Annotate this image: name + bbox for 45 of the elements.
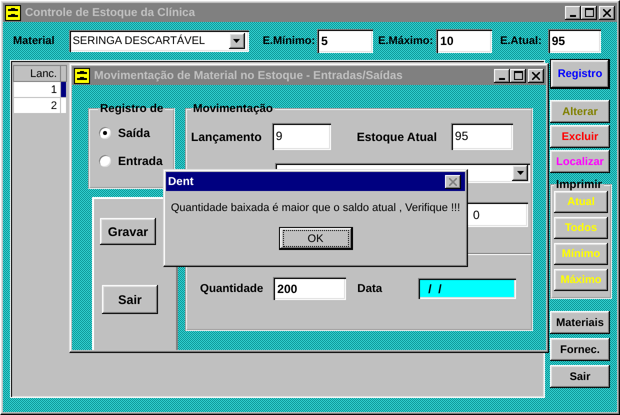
- column-header: Lanc.: [14, 66, 60, 82]
- entry-number-field[interactable]: 9: [272, 122, 331, 150]
- stock-field[interactable]: 10: [436, 29, 492, 53]
- date-field[interactable]: / /: [418, 278, 516, 299]
- toolbar-button[interactable]: Fornec.: [550, 338, 610, 361]
- cabinet-icon: [74, 68, 90, 84]
- field-label: Estoque Atual: [356, 130, 437, 144]
- ok-button[interactable]: OK: [278, 227, 352, 250]
- material-dropdown[interactable]: SERINGA DESCARTÁVEL: [68, 30, 249, 52]
- radio-option[interactable]: Entrada: [98, 147, 166, 175]
- radio-label: Saída: [118, 126, 150, 140]
- field-label: E.Atual:: [500, 35, 542, 47]
- radio-button[interactable]: [98, 126, 112, 140]
- window-title: Controle de Estoque da Clínica: [25, 6, 196, 18]
- action-button[interactable]: Sair: [102, 285, 158, 314]
- close-icon: [603, 8, 611, 16]
- minimize-icon: [570, 14, 576, 16]
- radio-button[interactable]: [98, 154, 112, 168]
- field-label: E.Máximo:: [378, 35, 434, 47]
- toolbar-button[interactable]: Materiais: [550, 311, 610, 334]
- dialog-message: Quantidade baixada é maior que o saldo atual , Verifique !!!: [170, 202, 460, 214]
- toolbar-button[interactable]: Registro: [550, 59, 610, 89]
- radio-option[interactable]: Saída: [98, 119, 166, 147]
- quantity-field[interactable]: 200: [273, 277, 346, 300]
- maximize-icon: [584, 8, 594, 17]
- table-cell: 2: [14, 98, 60, 114]
- stock-field[interactable]: 95: [548, 29, 601, 53]
- table-cell: 1: [14, 82, 60, 98]
- maximize-icon: [514, 71, 522, 80]
- action-button[interactable]: Gravar: [100, 218, 156, 245]
- input-field[interactable]: 0: [465, 202, 528, 227]
- close-button[interactable]: [445, 174, 461, 188]
- stock-field[interactable]: 5: [317, 29, 374, 53]
- dialog-title: Dent: [168, 176, 195, 188]
- window-title: Movimentação de Material no Estoque - Entradas/Saídas: [94, 70, 404, 82]
- toolbar-button[interactable]: Sair: [550, 365, 610, 388]
- minimize-icon: [499, 78, 505, 80]
- current-stock-field[interactable]: 95: [450, 122, 513, 150]
- field-label: Lançamento: [191, 130, 262, 144]
- close-icon: [449, 178, 457, 186]
- field-label: Quantidade: [200, 282, 264, 294]
- cabinet-icon: [5, 4, 21, 20]
- field-label: Data: [357, 282, 382, 294]
- radio-label: Entrada: [118, 154, 163, 168]
- close-icon: [532, 72, 540, 80]
